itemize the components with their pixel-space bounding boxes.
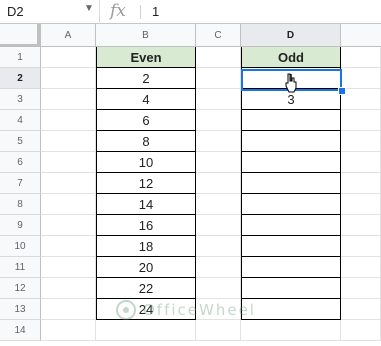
formula-input[interactable]: 1 — [152, 4, 159, 19]
cell-b4[interactable]: 6 — [96, 110, 196, 131]
hand-cursor-icon — [285, 73, 297, 93]
cell-a11[interactable] — [41, 257, 96, 278]
cell-b10[interactable]: 18 — [96, 236, 196, 257]
cell-d7[interactable] — [241, 173, 341, 194]
cell-e7[interactable] — [341, 173, 381, 194]
cell-c4[interactable] — [196, 110, 241, 131]
cell-a12[interactable] — [41, 278, 96, 299]
cell-d11[interactable] — [241, 257, 341, 278]
row-header-13[interactable]: 13 — [0, 299, 41, 320]
cell-d9[interactable] — [241, 215, 341, 236]
row-header-3[interactable]: 3 — [0, 89, 41, 110]
fx-icon: fx — [110, 1, 126, 21]
column-header-d[interactable]: D — [241, 24, 341, 47]
cell-a14[interactable] — [41, 320, 96, 341]
cell-e2[interactable] — [341, 68, 381, 89]
cell-d1[interactable]: Odd — [241, 47, 341, 68]
cell-e14[interactable] — [341, 320, 381, 341]
cell-a3[interactable] — [41, 89, 96, 110]
row-header-9[interactable]: 9 — [0, 215, 41, 236]
row-header-6[interactable]: 6 — [0, 152, 41, 173]
spreadsheet-grid: A B C D 1 2 3 4 5 6 7 8 9 10 11 12 13 14 Even Odd 2 1 4 3 6… — [0, 24, 381, 346]
row-header-4[interactable]: 4 — [0, 110, 41, 131]
cell-c7[interactable] — [196, 173, 241, 194]
watermark-text: OfficeWheel — [143, 301, 256, 319]
cell-d5[interactable] — [241, 131, 341, 152]
cell-e9[interactable] — [341, 215, 381, 236]
select-all-corner[interactable] — [0, 24, 41, 48]
cell-e10[interactable] — [341, 236, 381, 257]
cell-e13[interactable] — [341, 299, 381, 320]
cell-c3[interactable] — [196, 89, 241, 110]
cell-a8[interactable] — [41, 194, 96, 215]
row-header-11[interactable]: 11 — [0, 257, 41, 278]
cell-e8[interactable] — [341, 194, 381, 215]
formula-divider — [140, 5, 141, 19]
cell-c10[interactable] — [196, 236, 241, 257]
row-header-14[interactable]: 14 — [0, 320, 41, 341]
cell-b5[interactable]: 8 — [96, 131, 196, 152]
cell-a7[interactable] — [41, 173, 96, 194]
cell-c2[interactable] — [196, 68, 241, 89]
cell-c11[interactable] — [196, 257, 241, 278]
cell-a13[interactable] — [41, 299, 96, 320]
cell-b7[interactable]: 12 — [96, 173, 196, 194]
cell-e1[interactable] — [341, 47, 381, 68]
column-header-e-partial[interactable] — [341, 24, 381, 47]
cell-c9[interactable] — [196, 215, 241, 236]
chevron-down-icon[interactable]: ▼ — [84, 3, 94, 14]
cell-b11[interactable]: 20 — [96, 257, 196, 278]
column-header-a[interactable]: A — [41, 24, 96, 47]
cell-a6[interactable] — [41, 152, 96, 173]
row-header-12[interactable]: 12 — [0, 278, 41, 299]
cell-b2[interactable]: 2 — [96, 68, 196, 89]
row-header-10[interactable]: 10 — [0, 236, 41, 257]
cell-e5[interactable] — [341, 131, 381, 152]
row-header-7[interactable]: 7 — [0, 173, 41, 194]
cell-a2[interactable] — [41, 68, 96, 89]
column-header-b[interactable]: B — [96, 24, 196, 47]
cell-d8[interactable] — [241, 194, 341, 215]
cell-c6[interactable] — [196, 152, 241, 173]
cell-b9[interactable]: 16 — [96, 215, 196, 236]
watermark: OfficeWheel — [115, 295, 275, 325]
cell-e4[interactable] — [341, 110, 381, 131]
cell-a4[interactable] — [41, 110, 96, 131]
cell-a10[interactable] — [41, 236, 96, 257]
row-header-8[interactable]: 8 — [0, 194, 41, 215]
cell-b8[interactable]: 14 — [96, 194, 196, 215]
row-header-1[interactable]: 1 — [0, 47, 41, 68]
cell-e6[interactable] — [341, 152, 381, 173]
cell-c5[interactable] — [196, 131, 241, 152]
cell-b3[interactable]: 4 — [96, 89, 196, 110]
cell-a5[interactable] — [41, 131, 96, 152]
name-box[interactable]: D2 ▼ — [0, 0, 100, 24]
cell-b1[interactable]: Even — [96, 47, 196, 68]
cell-e11[interactable] — [341, 257, 381, 278]
cell-e3[interactable] — [341, 89, 381, 110]
cell-c1[interactable] — [196, 47, 241, 68]
cell-d6[interactable] — [241, 152, 341, 173]
name-box-value: D2 — [7, 4, 24, 19]
cell-a9[interactable] — [41, 215, 96, 236]
fill-handle[interactable] — [338, 87, 346, 95]
row-header-5[interactable]: 5 — [0, 131, 41, 152]
row-header-2[interactable]: 2 — [0, 68, 41, 89]
cell-c8[interactable] — [196, 194, 241, 215]
cell-a1[interactable] — [41, 47, 96, 68]
cell-b6[interactable]: 10 — [96, 152, 196, 173]
cell-e12[interactable] — [341, 278, 381, 299]
cell-d4[interactable] — [241, 110, 341, 131]
column-header-c[interactable]: C — [196, 24, 241, 47]
cell-d10[interactable] — [241, 236, 341, 257]
formula-bar: D2 ▼ fx 1 — [0, 0, 381, 24]
officewheel-logo-icon — [116, 300, 136, 320]
